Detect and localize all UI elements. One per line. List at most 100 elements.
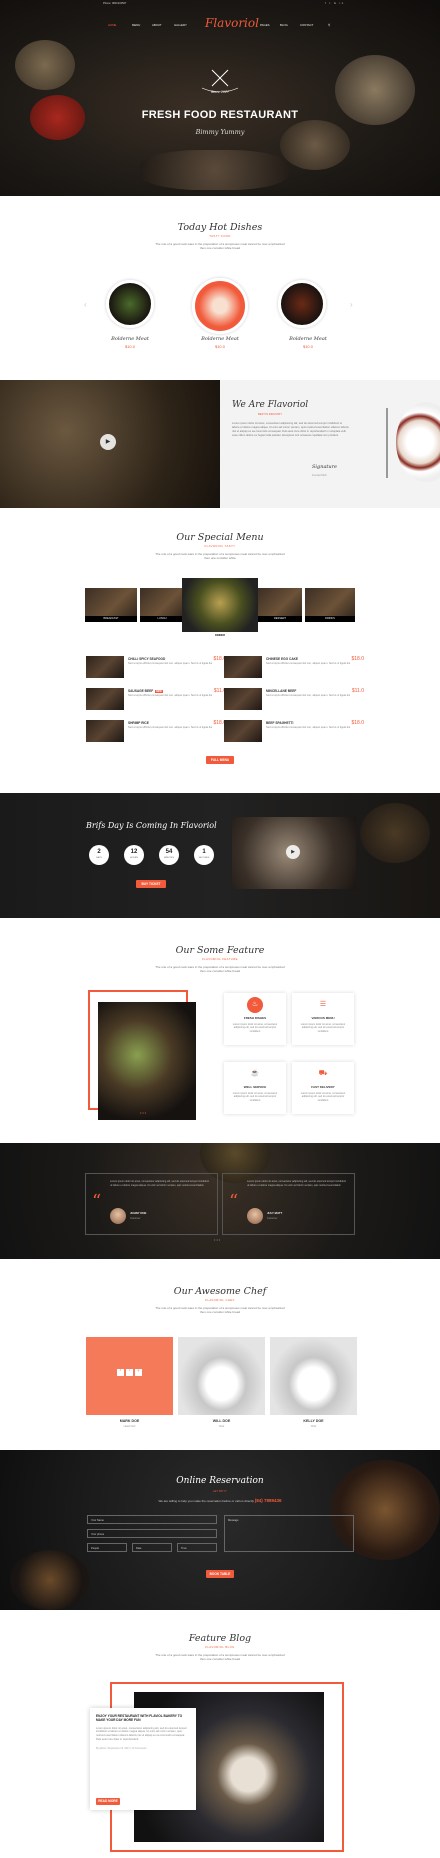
dish-icon: ♨ [247,997,263,1013]
nav-pages[interactable]: PAGES [260,23,269,28]
menu-item[interactable]: CHINESE EGG CAKE $18.0 Sed a turpis effici… [224,656,364,678]
logo[interactable]: Flavoriol [205,16,259,32]
feature-desc: Lorem ipsum dolor sit amet, consectetur … [300,1022,346,1033]
nav-about[interactable]: ABOUT [152,23,162,28]
play-icon[interactable]: ▶ [286,845,300,859]
section-subtitle: FLAVORIOL TASTY [204,544,236,549]
people-select[interactable]: People [87,1543,127,1552]
google-icon[interactable]: g [135,1368,142,1376]
message-textarea[interactable]: Message [224,1515,354,1552]
blog-post-title[interactable]: ENJOY YOUR RESTAURANT WITH FLAVIOL BAKER… [96,1714,190,1723]
menu-item-image [224,656,262,678]
since-text: Since [210,90,220,94]
dish-image[interactable] [106,280,154,328]
countdown-label: HOURS [130,856,138,859]
menu-item[interactable]: CHILLI SPICY SEAFOOD $18.0 Sed a turpis ef… [86,656,226,678]
menu-item-name: SAUSAGE BEEF NEW [128,689,163,694]
section-title: Today Hot Dishes [177,222,263,233]
feature-desc: Lorem ipsum dolor sit amet, consectetur … [232,1022,278,1033]
dish-name: Bolderne Meat [289,336,327,342]
nav-menu[interactable]: MENU [132,23,140,28]
next-arrow-icon[interactable]: › [350,300,353,310]
book-table-button[interactable]: BOOK TABLE [206,1570,234,1578]
menu-item[interactable]: SAUSAGE BEEF NEW $11.0 Sed a turpis efficit… [86,688,226,710]
food-decor [15,40,75,90]
delivery-icon: ⛟ [318,1070,328,1077]
tab-drinks[interactable]: DRINKS [305,588,355,622]
dish-price: $10.0 [124,344,135,349]
name-input[interactable]: Your Name [87,1515,217,1524]
menu-item[interactable]: MINCELLANE BEEF $11.0 Sed a turpis efficit… [224,688,364,710]
food-decor [360,803,430,863]
prev-arrow-icon[interactable]: ‹ [84,300,87,310]
note-text: We are willing to help you make the rese… [158,1499,254,1503]
blog-post-text: Lorem ipsum dolor sit amet, consectetur … [96,1726,187,1741]
section-title: Feature Blog [188,1633,252,1644]
menu-item-name: MINCELLANE BEEF [266,689,297,693]
buy-ticket-button[interactable]: BUY TICKET [136,880,166,888]
chef-card[interactable]: f t g MARK DOE Head chef [86,1337,173,1432]
testimonial-name: JOHNY DOE [130,1211,147,1215]
testimonial-role: Customer [267,1217,278,1220]
feature-desc: Lorem ipsum dolor sit amet, consectetur … [300,1091,346,1102]
time-select[interactable]: Time [177,1543,217,1552]
quote-icon: “ [92,1191,102,1212]
plate-image [396,402,440,482]
date-input[interactable]: Date [132,1543,172,1552]
slider-dots[interactable]: ••• [214,1237,221,1242]
social-icons[interactable]: f t G in [325,2,345,5]
menu-icon: ☰ [319,1001,327,1008]
facebook-icon[interactable]: f [117,1368,124,1376]
menu-item-image [86,688,124,710]
new-badge: NEW [155,690,163,694]
topbar: Phone: 0831234567 f t G in [0,0,440,8]
menu-item-desc: Sed a turpis efficitur,consequat nisl no… [128,726,213,729]
feature-desc: Lorem ipsum dolor sit amet, consectetur … [232,1091,278,1102]
blog-post-meta: By Admin | September 23, 2017 | 10 Comme… [96,1746,147,1750]
section-title: Our Some Feature [175,945,265,956]
section-subtitle: FLAVORIOL CHEF [205,1298,235,1303]
chef-card[interactable]: WILL DOE Chef [178,1337,265,1432]
menu-item[interactable]: SHRIMP RICE $18.0 Sed a turpis efficitur,c… [86,720,226,742]
menu-item-desc: Sed a turpis efficitur,consequat nisl no… [266,662,351,665]
read-more-button[interactable]: READ MORE [96,1798,120,1805]
section-title: Our Special Menu [176,532,264,543]
tab-breakfast[interactable]: BREAKFAST [85,588,137,622]
tab-dessert[interactable]: DESSERT [258,588,302,622]
reservation-section: Online Reservation LET TRY IT We are wil… [0,1450,440,1610]
slider-dots[interactable]: • [140,1848,141,1853]
chef-divider [170,1431,270,1432]
chef-card[interactable]: KELLY DOE Chef [270,1337,357,1432]
chef-photo [178,1337,265,1415]
nav-blog[interactable]: BLOG [280,23,288,28]
nav-gallery[interactable]: GALLERY [174,23,187,28]
chef-role: Head chef [123,1425,136,1428]
full-menu-button[interactable]: FULL MENU [206,756,234,764]
nav-home[interactable]: HOME [108,23,116,28]
countdown-label: DAYS [96,856,102,859]
blog-post-card[interactable]: ENJOY YOUR RESTAURANT WITH FLAVIOL BAKER… [90,1708,196,1810]
section-desc: The role of a good cook ware in the prep… [155,1305,285,1315]
menu-item-name: CHILLI SPICY SEAFOOD [128,657,166,661]
search-icon[interactable]: ⚲ [328,23,330,28]
play-icon[interactable]: ▶ [100,434,116,450]
features-header: Our Some Feature FLAVORIOL FEATURE The r… [0,945,440,973]
section-desc: The role of a good cook ware in the prep… [155,964,285,974]
phone-input[interactable]: Your phone [87,1529,217,1538]
slider-dots[interactable]: ••• [140,1110,147,1115]
food-decor [140,150,290,190]
avatar [110,1208,126,1224]
menu-item-name: CHINESE EGG CAKE [266,657,299,661]
tab-dinner[interactable]: DINNER [182,578,258,640]
dish-image[interactable] [278,280,326,328]
twitter-icon[interactable]: t [126,1368,133,1376]
nav-contact[interactable]: CONTACT [300,23,313,28]
reservation-phone[interactable]: (84) 7889436 [255,1498,282,1503]
menu-item[interactable]: BEEF SPAGHETTI $18.0 Sed a turpis efficitu… [224,720,364,742]
avatar [247,1208,263,1224]
dish-image-active[interactable] [192,278,248,334]
menu-item-desc: Sed a turpis efficitur,consequat nisl no… [266,694,351,697]
tab-label: DINNER [182,632,258,640]
tab-lunch[interactable]: LUNCH [140,588,184,622]
hero-since: Since 2017 [203,90,237,94]
